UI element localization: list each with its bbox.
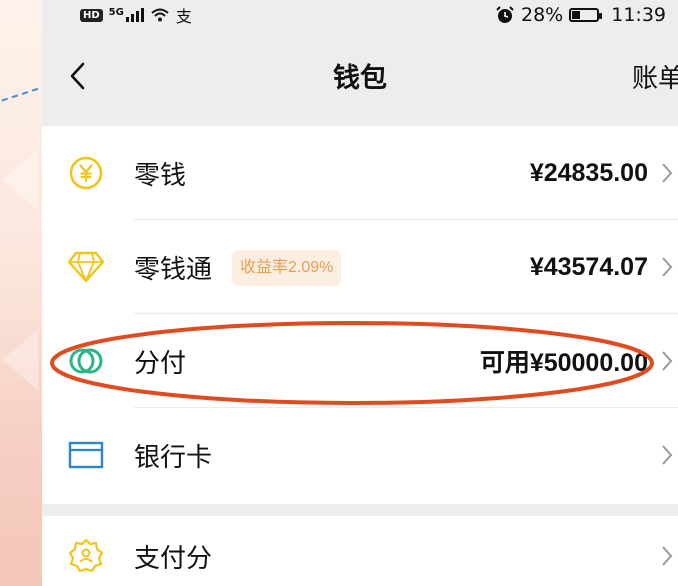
wallet-row-fenfu[interactable]: 分付 可用¥50000.00 <box>42 314 678 408</box>
wallet-item-label: 银行卡 <box>134 442 213 473</box>
wallet-row-lingqiantong[interactable]: 零钱通 收益率2.09% ¥43574.07 <box>42 220 678 314</box>
wallet-item-label: 支付分 <box>134 543 213 574</box>
phone-screen: HD 5G 支 28% 11:39 钱包 账单 零钱 ¥24835.00 零钱通… <box>42 0 678 586</box>
pay-score-icon <box>66 536 106 576</box>
wallet-row-change[interactable]: 零钱 ¥24835.00 <box>42 126 678 220</box>
network-type: 5G <box>108 7 124 18</box>
background-dashed-line <box>0 81 42 105</box>
wallet-item-label: 分付 <box>134 348 187 379</box>
yuan-coin-icon <box>66 153 106 193</box>
chevron-right-icon <box>660 544 674 568</box>
page-title: 钱包 <box>333 62 387 94</box>
wallet-card: 零钱 ¥24835.00 零钱通 收益率2.09% ¥43574.07 分付 可… <box>42 126 678 504</box>
chevron-left-icon <box>70 62 85 90</box>
signal-icon <box>125 8 144 22</box>
diamond-icon <box>66 247 106 287</box>
wallet-item-value: ¥24835.00 <box>529 158 648 187</box>
wallet-item-label: 零钱 <box>134 160 187 191</box>
wallet-item-value: ¥43574.07 <box>529 252 648 281</box>
chevron-right-icon <box>660 443 674 467</box>
alarm-icon <box>496 6 514 23</box>
battery-percent: 28% <box>521 4 564 26</box>
battery-icon <box>569 8 603 22</box>
bill-link[interactable]: 账单 <box>632 58 678 95</box>
wifi-icon <box>151 8 169 22</box>
chevron-right-icon <box>660 161 674 185</box>
wallet-row-pay-score[interactable]: 支付分 <box>42 518 678 586</box>
back-button[interactable] <box>62 56 92 96</box>
notification-glyph: 支 <box>175 7 192 26</box>
clock: 11:39 <box>611 4 666 26</box>
chevron-right-icon <box>660 349 674 373</box>
score-card: 支付分 <box>42 516 678 586</box>
chevron-right-icon <box>660 255 674 279</box>
bank-card-icon <box>66 435 106 475</box>
wallet-row-bank-card[interactable]: 银行卡 <box>42 408 678 502</box>
background-photo <box>0 0 42 586</box>
hd-badge: HD <box>80 8 103 22</box>
background-shape <box>2 150 38 210</box>
nav-bar: 钱包 账单 <box>42 30 678 120</box>
yield-badge: 收益率2.09% <box>232 250 342 286</box>
wallet-item-label: 零钱通 <box>134 254 213 285</box>
background-shape <box>2 330 38 390</box>
status-bar: HD 5G 支 28% 11:39 <box>42 0 678 30</box>
fenfu-icon <box>66 341 106 381</box>
wallet-item-value: 可用¥50000.00 <box>479 349 648 377</box>
